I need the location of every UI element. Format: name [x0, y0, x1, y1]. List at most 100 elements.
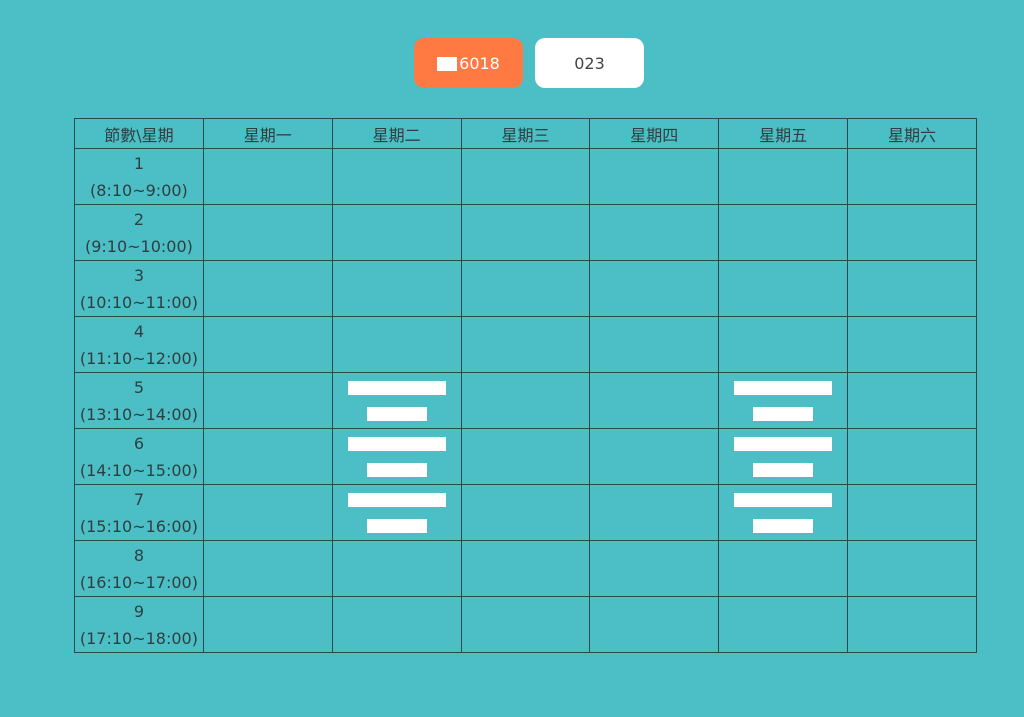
- period-number: 8: [133, 545, 145, 565]
- schedule-cell: [460, 316, 591, 373]
- schedule-cell: [460, 596, 591, 653]
- schedule-cell: [847, 596, 977, 653]
- schedule-cell: [718, 148, 849, 205]
- header-thursday: 星期四: [589, 118, 720, 149]
- course-cell[interactable]: [331, 428, 462, 485]
- student-id-button[interactable]: 6018: [414, 38, 523, 88]
- schedule-cell: [331, 316, 462, 373]
- schedule-cell: [589, 316, 720, 373]
- period-time: (11:10~12:00): [79, 348, 198, 368]
- semester-button[interactable]: 023: [535, 38, 644, 88]
- schedule-cell: [718, 204, 849, 261]
- course-cell[interactable]: [331, 372, 462, 429]
- schedule-cell: [847, 316, 977, 373]
- redacted-course-room: [366, 519, 427, 533]
- period-cell: 4 (11:10~12:00): [74, 316, 204, 373]
- table-row: 2 (9:10~10:00): [74, 204, 977, 261]
- course-cell[interactable]: [718, 484, 849, 541]
- schedule-cell: [847, 484, 977, 541]
- period-time: (10:10~11:00): [79, 292, 198, 312]
- schedule-cell: [718, 316, 849, 373]
- schedule-cell: [589, 596, 720, 653]
- redacted-course-name: [347, 381, 446, 395]
- redacted-text: [437, 57, 458, 71]
- period-cell: 7 (15:10~16:00): [74, 484, 204, 541]
- period-number: 2: [133, 209, 145, 229]
- period-time: (14:10~15:00): [79, 460, 198, 480]
- schedule-cell: [847, 372, 977, 429]
- toolbar: 6018 023: [414, 38, 644, 88]
- schedule-cell: [331, 204, 462, 261]
- schedule-cell: [718, 260, 849, 317]
- redacted-course-room: [366, 407, 427, 421]
- schedule-cell: [589, 484, 720, 541]
- schedule-cell: [202, 148, 333, 205]
- table-row: 7 (15:10~16:00): [74, 484, 977, 541]
- course-cell[interactable]: [718, 428, 849, 485]
- redacted-course-name: [734, 381, 833, 395]
- schedule-cell: [331, 540, 462, 597]
- schedule-cell: [589, 260, 720, 317]
- schedule-cell: [847, 540, 977, 597]
- period-time: (17:10~18:00): [79, 628, 198, 648]
- redacted-course-room: [753, 463, 814, 477]
- course-cell[interactable]: [718, 372, 849, 429]
- redacted-course-room: [366, 463, 427, 477]
- schedule-cell: [589, 204, 720, 261]
- schedule-cell: [460, 260, 591, 317]
- period-time: (9:10~10:00): [84, 236, 193, 256]
- schedule-cell: [847, 428, 977, 485]
- period-number: 1: [133, 153, 145, 173]
- period-number: 4: [133, 321, 145, 341]
- period-cell: 6 (14:10~15:00): [74, 428, 204, 485]
- header-wednesday: 星期三: [460, 118, 591, 149]
- course-cell[interactable]: [331, 484, 462, 541]
- schedule-cell: [589, 428, 720, 485]
- header-saturday: 星期六: [847, 118, 977, 149]
- period-time: (13:10~14:00): [79, 404, 198, 424]
- period-cell: 2 (9:10~10:00): [74, 204, 204, 261]
- period-cell: 8 (16:10~17:00): [74, 540, 204, 597]
- period-cell: 1 (8:10~9:00): [74, 148, 204, 205]
- period-cell: 9 (17:10~18:00): [74, 596, 204, 653]
- schedule-cell: [589, 372, 720, 429]
- redacted-course-room: [753, 519, 814, 533]
- schedule-cell: [847, 148, 977, 205]
- schedule-cell: [202, 428, 333, 485]
- schedule-cell: [202, 540, 333, 597]
- schedule-cell: [202, 316, 333, 373]
- schedule-cell: [718, 596, 849, 653]
- schedule-cell: [847, 204, 977, 261]
- table-row: 6 (14:10~15:00): [74, 428, 977, 485]
- period-number: 5: [133, 377, 145, 397]
- schedule-cell: [460, 540, 591, 597]
- period-number: 7: [133, 489, 145, 509]
- schedule-cell: [460, 148, 591, 205]
- header-monday: 星期一: [202, 118, 333, 149]
- period-number: 9: [133, 601, 145, 621]
- table-row: 4 (11:10~12:00): [74, 316, 977, 373]
- period-number: 6: [133, 433, 145, 453]
- course-schedule-table: 節數\星期 星期一 星期二 星期三 星期四 星期五 星期六 1 (8:10~9:0…: [74, 118, 977, 653]
- schedule-cell: [589, 148, 720, 205]
- header-period-day: 節數\星期: [74, 118, 204, 149]
- schedule-cell: [202, 372, 333, 429]
- schedule-cell: [460, 204, 591, 261]
- period-number: 3: [133, 265, 145, 285]
- semester-label: 023: [574, 53, 605, 73]
- schedule-cell: [202, 484, 333, 541]
- table-row: 8 (16:10~17:00): [74, 540, 977, 597]
- schedule-cell: [202, 204, 333, 261]
- header-tuesday: 星期二: [331, 118, 462, 149]
- table-row: 3 (10:10~11:00): [74, 260, 977, 317]
- schedule-cell: [847, 260, 977, 317]
- schedule-cell: [460, 484, 591, 541]
- schedule-cell: [460, 372, 591, 429]
- redacted-course-name: [734, 493, 833, 507]
- schedule-cell: [331, 596, 462, 653]
- period-time: (16:10~17:00): [79, 572, 198, 592]
- period-cell: 5 (13:10~14:00): [74, 372, 204, 429]
- period-time: (8:10~9:00): [90, 180, 188, 200]
- redacted-course-name: [347, 493, 446, 507]
- schedule-cell: [331, 148, 462, 205]
